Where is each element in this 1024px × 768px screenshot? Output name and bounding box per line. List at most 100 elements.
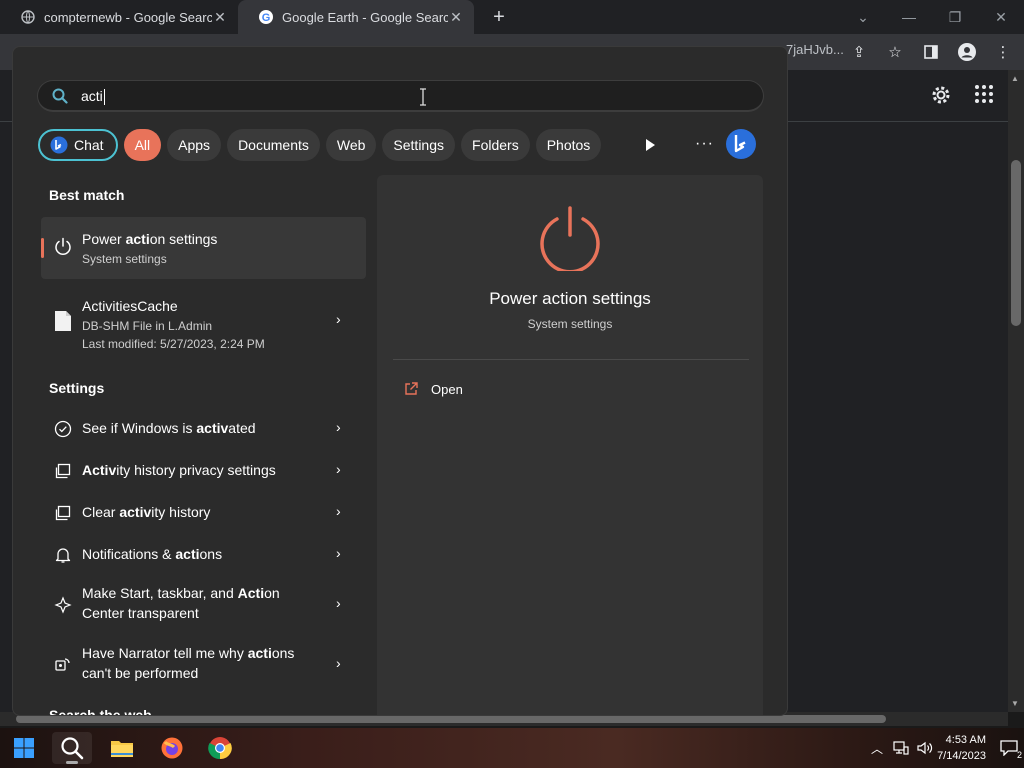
settings-gear-icon[interactable]: [930, 84, 952, 111]
narrator-icon: [53, 655, 73, 675]
filter-chips: Chat All Apps Documents Web Settings Fol…: [38, 129, 602, 161]
scroll-down-icon[interactable]: ▼: [1011, 699, 1019, 708]
bing-icon[interactable]: [725, 128, 757, 160]
result-modified-date: Last modified: 5/27/2023, 2:24 PM: [82, 337, 265, 351]
search-icon: [52, 88, 68, 109]
notification-count: 2: [1016, 750, 1022, 760]
window-controls: ⌄ — ❐ ✕: [840, 0, 1024, 34]
chip-settings[interactable]: Settings: [382, 129, 456, 161]
bookmark-star-icon[interactable]: ☆: [884, 40, 906, 64]
chip-documents[interactable]: Documents: [227, 129, 320, 161]
volume-icon[interactable]: [913, 741, 937, 755]
chevron-up-icon[interactable]: ︿: [865, 740, 889, 757]
scrollbar-thumb[interactable]: [1011, 160, 1021, 326]
menu-dots-icon[interactable]: ⋮: [992, 40, 1014, 64]
check-circle-icon: [53, 419, 73, 439]
chevron-right-icon[interactable]: ›: [336, 655, 346, 671]
chip-apps[interactable]: Apps: [167, 129, 222, 161]
chip-label: Chat: [74, 137, 104, 153]
chevron-right-icon[interactable]: ›: [336, 545, 346, 561]
preview-subtitle: System settings: [527, 317, 613, 331]
result-subtitle: DB-SHM File in L.Admin: [82, 319, 213, 333]
address-bar-text[interactable]: 7jaHJvb...: [786, 42, 844, 57]
search-input[interactable]: acti: [37, 80, 764, 112]
chevron-right-icon[interactable]: ›: [336, 311, 346, 327]
chip-folders[interactable]: Folders: [461, 129, 530, 161]
svg-text:G: G: [262, 12, 271, 24]
profile-icon[interactable]: [956, 40, 978, 64]
scroll-up-icon[interactable]: ▲: [1011, 74, 1019, 83]
result-power-action-settings[interactable]: Power action settings System settings: [41, 217, 366, 279]
search-icon[interactable]: [52, 732, 92, 764]
bell-icon: [53, 545, 73, 565]
notifications-icon[interactable]: 2: [994, 740, 1024, 760]
preview-title: Power action settings: [489, 289, 651, 308]
open-action[interactable]: Open: [403, 381, 463, 397]
chevron-right-icon[interactable]: ›: [336, 419, 346, 435]
restore-icon[interactable]: ❐: [932, 0, 978, 34]
close-tab-icon[interactable]: ✕: [448, 9, 464, 25]
power-icon: [540, 206, 600, 271]
power-icon: [53, 237, 73, 257]
windows-search-flyout: acti Chat All Apps Documents Web Setting…: [12, 46, 788, 716]
globe-icon: [20, 9, 36, 25]
network-icon[interactable]: [889, 741, 913, 755]
firefox-icon[interactable]: [152, 732, 192, 764]
new-tab-button[interactable]: +: [484, 2, 514, 32]
chevron-right-icon[interactable]: ›: [336, 461, 346, 477]
chip-web[interactable]: Web: [325, 129, 377, 161]
system-tray: ︿ 4:53 AM 7/14/2023 2: [865, 728, 1024, 768]
vertical-scrollbar[interactable]: ▲ ▼: [1008, 70, 1024, 712]
chevron-right-icon[interactable]: ›: [336, 595, 346, 611]
result-activity-history-privacy[interactable]: Activity history privacy settings ›: [41, 449, 366, 493]
close-tab-icon[interactable]: ✕: [212, 9, 228, 25]
text-cursor-icon: [420, 88, 426, 106]
result-action-center-transparent[interactable]: Make Start, taskbar, and Action Center t…: [41, 575, 366, 635]
history-icon: [53, 503, 73, 523]
result-clear-activity-history[interactable]: Clear activity history ›: [41, 491, 366, 535]
result-title: ActivitiesCache: [82, 298, 178, 314]
browser-tab-strip: compternewb - Google Search ✕ G Google E…: [0, 0, 1024, 34]
windows-start-icon[interactable]: [4, 732, 44, 764]
chevron-right-icon[interactable]: ›: [336, 503, 346, 519]
file-icon: [53, 311, 73, 331]
clock[interactable]: 4:53 AM 7/14/2023: [937, 732, 986, 764]
clock-time: 4:53 AM: [945, 734, 986, 746]
result-windows-activated[interactable]: See if Windows is activated ›: [41, 407, 366, 451]
side-panel-icon[interactable]: [920, 40, 942, 64]
chrome-icon[interactable]: [200, 732, 240, 764]
result-title: Clear activity history: [82, 504, 211, 520]
divider: [393, 359, 749, 360]
preview-pane: Power action settings System settings Op…: [377, 175, 763, 715]
result-title: Make Start, taskbar, and Action: [82, 585, 280, 601]
close-window-icon[interactable]: ✕: [978, 0, 1024, 34]
minimize-icon[interactable]: —: [886, 0, 932, 34]
result-title: Notifications & actions: [82, 546, 223, 562]
tab-title: compternewb - Google Search: [44, 9, 212, 25]
scrollbar-thumb[interactable]: [16, 715, 886, 723]
section-header-best-match: Best match: [49, 187, 125, 203]
result-title: Have Narrator tell me why actions: [82, 645, 295, 661]
tab-search-icon[interactable]: ⌄: [840, 0, 886, 34]
tab-title: Google Earth - Google Search: [282, 9, 448, 25]
result-activitiescache[interactable]: ActivitiesCache DB-SHM File in L.Admin L…: [41, 287, 366, 355]
browser-tab-google-earth[interactable]: G Google Earth - Google Search ✕: [238, 0, 474, 34]
section-header-search-web: Search the web: [49, 707, 152, 716]
play-icon[interactable]: [643, 138, 657, 152]
apps-grid-icon[interactable]: [974, 84, 994, 111]
more-options-icon[interactable]: ···: [695, 135, 714, 153]
history-icon: [53, 461, 73, 481]
chip-photos[interactable]: Photos: [535, 129, 602, 161]
chip-chat[interactable]: Chat: [38, 129, 118, 161]
sparkle-icon: [53, 595, 73, 615]
result-notifications-actions[interactable]: Notifications & actions ›: [41, 533, 366, 577]
browser-tab-compternewb[interactable]: compternewb - Google Search ✕: [0, 0, 238, 34]
chip-all[interactable]: All: [123, 129, 162, 161]
result-subtitle: System settings: [82, 252, 167, 266]
open-external-icon: [405, 382, 418, 395]
clock-date: 7/14/2023: [937, 750, 986, 762]
share-icon[interactable]: ⇪: [848, 40, 870, 64]
result-narrator-actions[interactable]: Have Narrator tell me why actions can't …: [41, 635, 366, 695]
taskbar: ︿ 4:53 AM 7/14/2023 2: [0, 728, 1024, 768]
file-explorer-icon[interactable]: [102, 732, 142, 764]
